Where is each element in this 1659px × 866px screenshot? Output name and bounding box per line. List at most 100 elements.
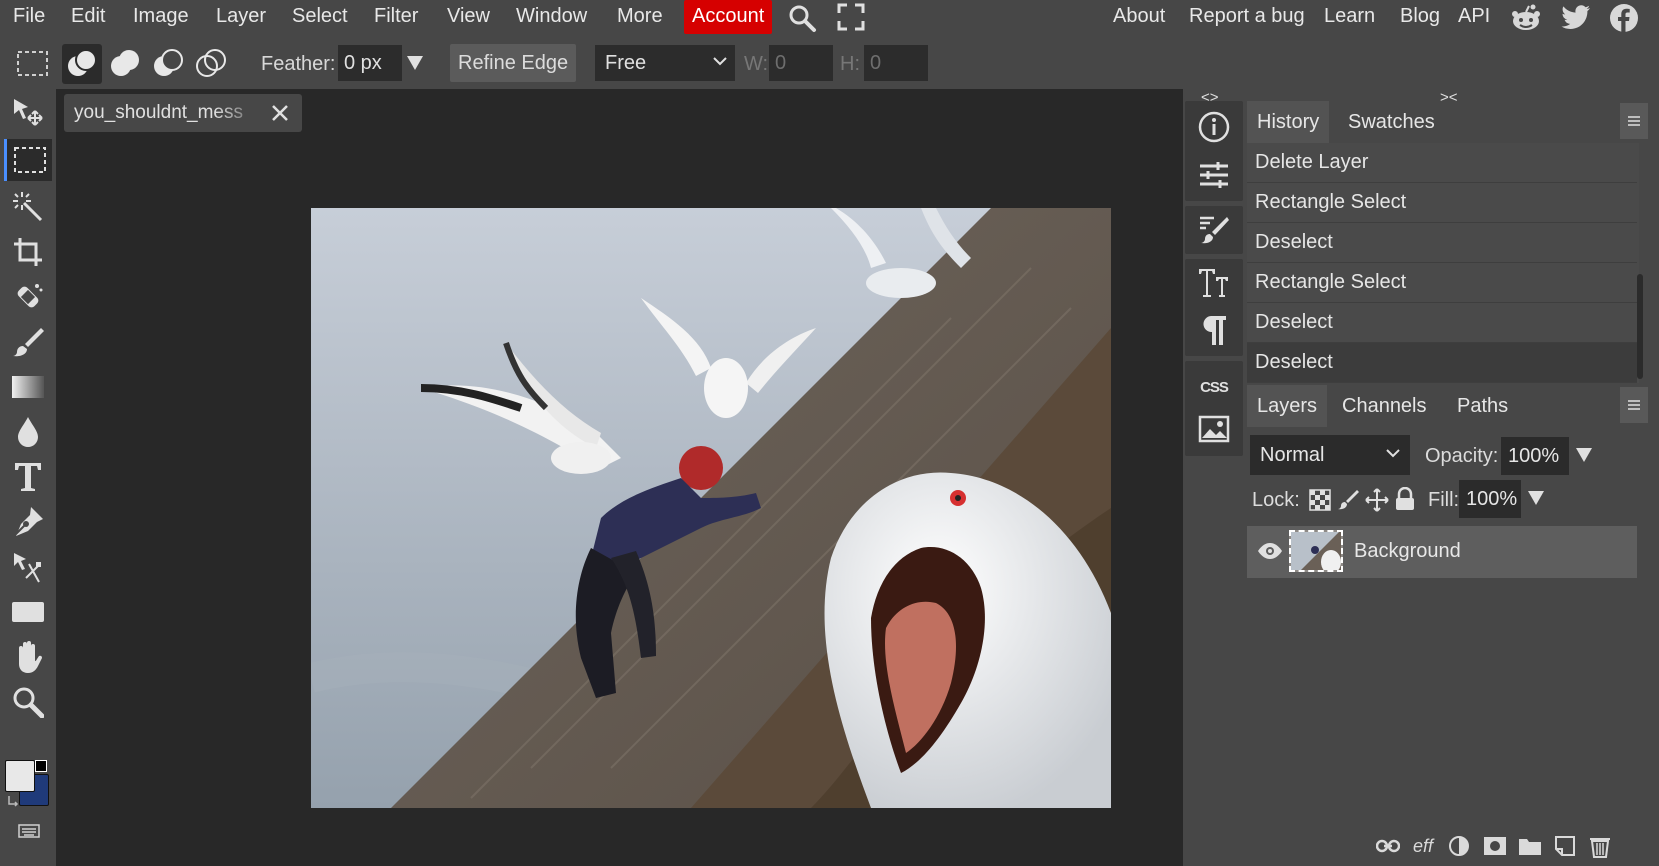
fullscreen-icon[interactable]: [837, 3, 867, 33]
tab-channels[interactable]: Channels: [1332, 385, 1437, 427]
tab-layers[interactable]: Layers: [1247, 385, 1328, 427]
menu-select[interactable]: Select: [292, 0, 348, 34]
healing-icon: [11, 280, 45, 314]
selection-mode-icon[interactable]: [16, 49, 50, 79]
menu-window[interactable]: Window: [516, 0, 587, 34]
adjustments-icon[interactable]: [1198, 159, 1230, 191]
twitter-icon[interactable]: [1561, 3, 1591, 33]
close-icon[interactable]: [271, 104, 289, 122]
image-icon[interactable]: [1198, 413, 1230, 445]
chevron-down-icon: [713, 57, 727, 67]
tab-swatches[interactable]: Swatches: [1338, 101, 1445, 143]
report-bug-link[interactable]: Report a bug: [1189, 0, 1305, 34]
lock-transparency-icon[interactable]: [1309, 489, 1331, 511]
visibility-eye-icon[interactable]: [1257, 542, 1283, 560]
pen-tool[interactable]: [4, 501, 52, 543]
canvas-image: [311, 208, 1111, 808]
history-menu-icon[interactable]: [1620, 103, 1648, 139]
api-link[interactable]: API: [1458, 0, 1490, 34]
panel-strip: <> CSS: [1183, 89, 1245, 866]
feather-dropdown-icon[interactable]: [406, 55, 424, 71]
subtract-selection-icon[interactable]: [151, 48, 185, 80]
zoom-tool[interactable]: [4, 681, 52, 723]
adjustment-icon[interactable]: [1446, 834, 1472, 858]
document-tab[interactable]: you_shouldnt_mess: [64, 94, 302, 132]
effects-icon[interactable]: eff: [1410, 834, 1436, 858]
mask-icon[interactable]: [1482, 834, 1508, 858]
brush-settings-icon[interactable]: [1198, 214, 1230, 246]
brush-tool[interactable]: [4, 321, 52, 363]
width-input[interactable]: 0: [769, 45, 833, 81]
menu-file[interactable]: File: [13, 0, 45, 34]
gradient-tool[interactable]: [4, 366, 52, 408]
fill-dropdown-icon[interactable]: [1527, 490, 1545, 506]
refine-edge-button[interactable]: Refine Edge: [450, 44, 577, 82]
account-button[interactable]: Account: [684, 0, 773, 34]
opacity-input[interactable]: 100%: [1501, 437, 1569, 475]
blur-tool[interactable]: [4, 411, 52, 453]
tab-paths[interactable]: Paths: [1447, 385, 1518, 427]
lock-paint-icon[interactable]: [1337, 488, 1359, 512]
blend-mode-select[interactable]: Normal: [1250, 435, 1410, 475]
layers-menu-icon[interactable]: [1620, 387, 1648, 423]
history-scrollbar[interactable]: [1637, 274, 1643, 379]
history-item[interactable]: Rectangle Select: [1247, 263, 1637, 303]
trash-icon[interactable]: [1587, 834, 1613, 858]
about-link[interactable]: About: [1113, 0, 1165, 34]
intersect-selection-icon[interactable]: [194, 48, 228, 80]
new-layer-icon[interactable]: [1552, 834, 1578, 858]
layer-row-background[interactable]: Background: [1247, 526, 1637, 578]
fill-input[interactable]: 100%: [1459, 480, 1521, 518]
character-icon[interactable]: [1198, 267, 1230, 299]
folder-icon[interactable]: [1517, 834, 1543, 858]
search-icon[interactable]: [787, 3, 817, 33]
add-selection-icon[interactable]: [108, 48, 142, 80]
crop-tool[interactable]: [4, 231, 52, 273]
height-input[interactable]: 0: [864, 45, 928, 81]
reddit-icon[interactable]: [1510, 3, 1540, 33]
history-item[interactable]: Deselect: [1247, 223, 1637, 263]
menu-edit[interactable]: Edit: [71, 0, 105, 34]
learn-link[interactable]: Learn: [1324, 0, 1375, 34]
menu-image[interactable]: Image: [133, 0, 189, 34]
height-label: H:: [840, 53, 860, 75]
opacity-dropdown-icon[interactable]: [1575, 447, 1593, 463]
hand-tool[interactable]: [4, 636, 52, 678]
facebook-icon[interactable]: [1609, 3, 1639, 33]
healing-tool[interactable]: [4, 276, 52, 318]
feather-input[interactable]: 0 px: [338, 45, 402, 81]
toolbox: [0, 89, 56, 866]
history-item-label: Deselect: [1255, 231, 1333, 253]
menu-filter[interactable]: Filter: [374, 0, 418, 34]
selection-style-select[interactable]: Free: [595, 45, 735, 81]
swap-colors-icon[interactable]: [7, 794, 21, 808]
history-item[interactable]: Deselect: [1247, 303, 1637, 343]
foreground-color-swatch[interactable]: [5, 760, 35, 792]
menu-view[interactable]: View: [447, 0, 490, 34]
type-tool[interactable]: [4, 456, 52, 498]
lock-all-icon[interactable]: [1395, 487, 1415, 511]
new-selection-icon[interactable]: [62, 44, 102, 84]
info-icon[interactable]: [1198, 111, 1230, 143]
default-colors-icon[interactable]: [35, 760, 47, 772]
paragraph-icon[interactable]: [1198, 314, 1230, 346]
lock-move-icon[interactable]: [1365, 488, 1389, 512]
shape-tool[interactable]: [4, 591, 52, 633]
magic-wand-tool[interactable]: [4, 185, 52, 227]
blog-link[interactable]: Blog: [1400, 0, 1440, 34]
link-icon[interactable]: [1375, 834, 1401, 858]
feather-label: Feather:: [261, 53, 336, 75]
history-item-current[interactable]: Deselect: [1247, 343, 1637, 383]
menu-more[interactable]: More: [617, 0, 663, 34]
keyboard-icon[interactable]: [18, 823, 40, 839]
document-canvas[interactable]: [311, 208, 1111, 808]
move-tool[interactable]: [4, 92, 52, 134]
history-item[interactable]: Rectangle Select: [1247, 183, 1637, 223]
rectangle-select-tool[interactable]: [4, 139, 52, 181]
css-icon[interactable]: CSS: [1198, 371, 1230, 403]
history-item[interactable]: Delete Layer: [1247, 143, 1637, 183]
layer-thumbnail[interactable]: [1289, 530, 1343, 572]
path-select-tool[interactable]: [4, 546, 52, 588]
menu-layer[interactable]: Layer: [216, 0, 266, 34]
tab-history[interactable]: History: [1247, 101, 1330, 143]
